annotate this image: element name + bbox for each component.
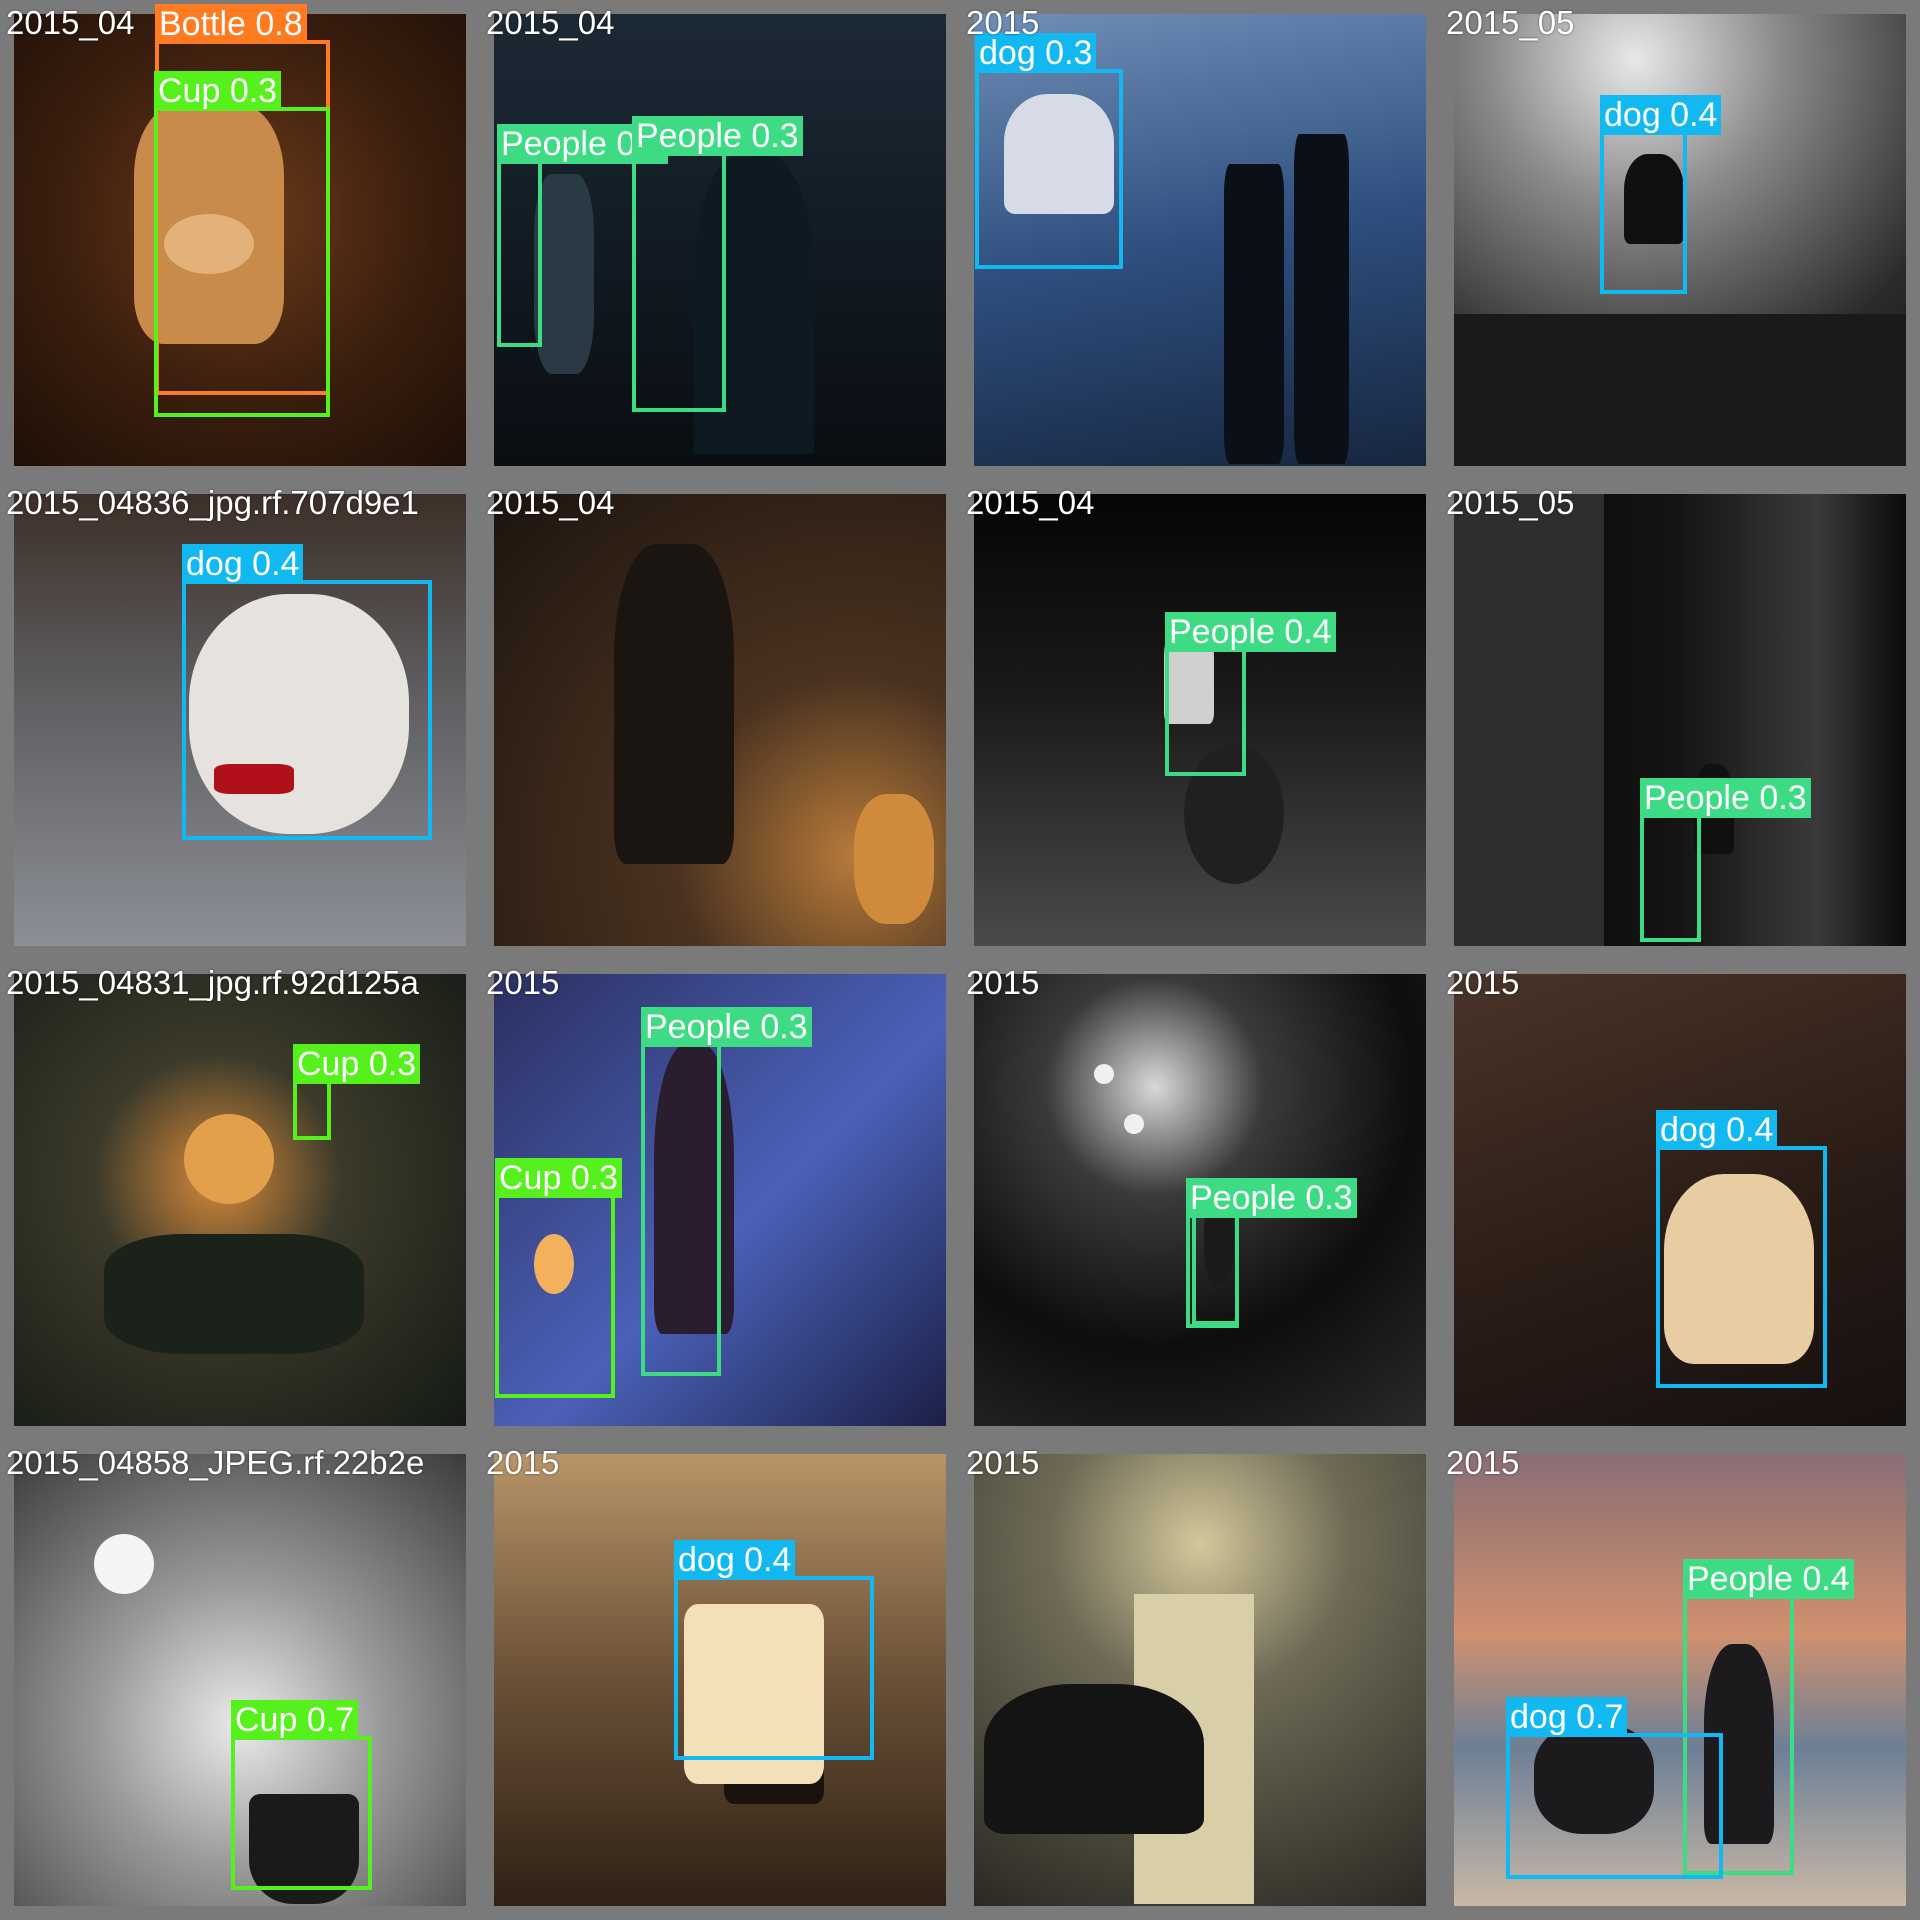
cup-detection-box: Cup 0.3 (154, 71, 330, 417)
scene-shape (614, 544, 734, 864)
detection-label: People 0.3 (641, 1007, 812, 1047)
cup-detection-box: Cup 0.3 (495, 1158, 623, 1398)
image-filename: 2015 (1446, 1444, 1520, 1481)
image-filename: 2015 (966, 4, 1040, 41)
image-filename: 2015_04836_jpg.rf.707d9e1 (6, 484, 419, 521)
detection-label: People 0.4 (1165, 612, 1336, 652)
detection-label: dog 0.4 (182, 544, 304, 584)
cup-detection-box: Cup 0.7 (231, 1700, 372, 1890)
mosaic-cell: 2015_04831_jpg.rf.92d125a Cup 0.3 (0, 960, 480, 1440)
dog-detection-box: dog 0.4 (1656, 1110, 1827, 1388)
mosaic-cell: 2015 People 0.3 Cup 0.3 (480, 960, 960, 1440)
photo (494, 494, 946, 946)
people-detection-box: People 0.3 (632, 116, 803, 412)
scene-shape (984, 1684, 1204, 1834)
detection-label: Cup 0.7 (231, 1700, 359, 1740)
image-filename: 2015_04831_jpg.rf.92d125a (6, 964, 419, 1001)
people-detection-box: People 0.3 (497, 124, 668, 347)
mosaic-cell: 2015 dog 0.4 (1440, 960, 1920, 1440)
scene-shape (1454, 494, 1604, 946)
detection-label: People 0.3 (632, 116, 803, 156)
people-detection-box (1192, 1214, 1239, 1325)
mosaic-cell: 2015_05 People 0.3 (1440, 480, 1920, 960)
photo (14, 974, 466, 1426)
scene-shape (1294, 134, 1349, 464)
detection-label: Bottle 0.8 (155, 4, 307, 44)
scene-shape (1094, 1064, 1114, 1084)
image-filename: 2015_05 (1446, 484, 1575, 521)
cup-detection-box: Cup 0.3 (293, 1044, 421, 1140)
detection-label: People 0.3 (1640, 778, 1811, 818)
mosaic-cell: 2015 People 0.4 dog 0.7 (1440, 1440, 1920, 1920)
scene-shape (854, 794, 934, 924)
people-detection-box: People 0.3 (1640, 778, 1811, 942)
mosaic-cell: 2015_04 (480, 480, 960, 960)
scene-shape (184, 1114, 274, 1204)
mosaic-cell: 2015_04836_jpg.rf.707d9e1dog 0.4 (0, 480, 480, 960)
image-filename: 2015 (486, 964, 560, 1001)
dog-detection-box: dog 0.4 (1600, 95, 1722, 294)
image-filename: 2015_04858_JPEG.rf.22b2e (6, 1444, 425, 1481)
mosaic-cell: 2015_04 People 0.3 People 0.3 (480, 0, 960, 480)
mosaic-cell: 2015 People 0.3 (960, 960, 1440, 1440)
scene-shape (104, 1234, 364, 1354)
detection-label: dog 0.4 (1600, 95, 1722, 135)
image-filename: 2015_04 (486, 484, 615, 521)
mosaic-cell: 2015_05dog 0.4 (1440, 0, 1920, 480)
scene-shape (1124, 1114, 1144, 1134)
image-filename: 2015 (966, 1444, 1040, 1481)
scene-shape (1224, 164, 1284, 464)
detection-label: dog 0.4 (1656, 1110, 1778, 1150)
dog-detection-box: dog 0.7 (1506, 1697, 1723, 1879)
detection-label: dog 0.7 (1506, 1697, 1628, 1737)
mosaic-cell: 2015_04 People 0.4 (960, 480, 1440, 960)
image-filename: 2015_05 (1446, 4, 1575, 41)
detection-label: Cup 0.3 (154, 71, 282, 111)
image-filename: 2015_04 (966, 484, 1095, 521)
mosaic-cell: 2015 dog 0.3 (960, 0, 1440, 480)
image-filename: 2015 (486, 1444, 560, 1481)
image-filename: 2015 (966, 964, 1040, 1001)
dog-detection-box: dog 0.4 (674, 1540, 874, 1760)
detection-label: People 0.4 (1683, 1559, 1854, 1599)
scene-shape (1454, 314, 1906, 466)
detection-label: Cup 0.3 (495, 1158, 623, 1198)
detection-label: People 0.3 (1186, 1178, 1357, 1218)
mosaic-cell: 2015 dog 0.4 (480, 1440, 960, 1920)
image-filename: 2015_04 (486, 4, 615, 41)
people-detection-box: People 0.4 (1165, 612, 1336, 776)
scene-shape (94, 1534, 154, 1594)
image-filename: 2015_04 (6, 4, 135, 41)
detection-label: dog 0.4 (674, 1540, 796, 1580)
mosaic-cell: 2015_04 Bottle 0.8 Cup 0.3 (0, 0, 480, 480)
dog-detection-box: dog 0.4 (182, 544, 432, 840)
mosaic-cell: 2015 (960, 1440, 1440, 1920)
image-filename: 2015 (1446, 964, 1520, 1001)
detection-label: Cup 0.3 (293, 1044, 421, 1084)
people-detection-box: People 0.3 (641, 1007, 812, 1376)
scene-shape (534, 174, 594, 374)
detection-mosaic: 2015_04 Bottle 0.8 Cup 0.3 2015_04 People 0.… (0, 0, 1920, 1920)
mosaic-cell: 2015_04858_JPEG.rf.22b2e Cup 0.7 (0, 1440, 480, 1920)
dog-detection-box: dog 0.3 (975, 33, 1123, 269)
photo (974, 1454, 1426, 1906)
